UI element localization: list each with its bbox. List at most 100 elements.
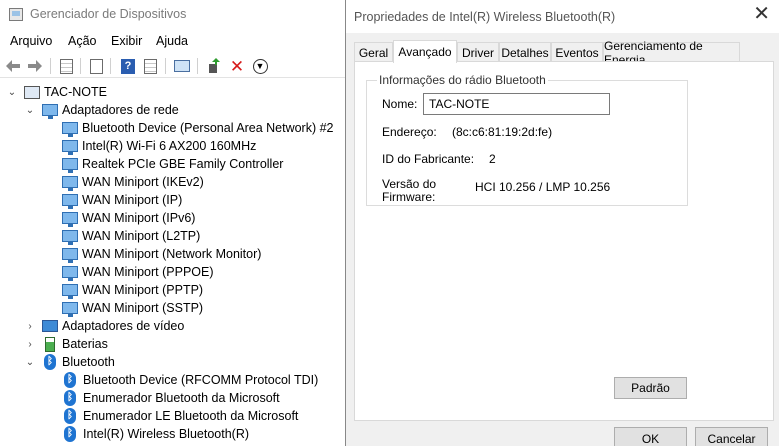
tree-item-label: WAN Miniport (PPPOE) — [82, 265, 214, 279]
tree-item[interactable]: ᛒ Intel(R) Wireless Bluetooth(R) — [64, 425, 249, 443]
menu-acao[interactable]: Ação — [68, 34, 97, 48]
network-adapter-icon — [62, 212, 78, 227]
tree-root-label: TAC-NOTE — [44, 85, 107, 99]
cancel-button[interactable]: Cancelar — [695, 427, 768, 446]
name-label: Nome: — [382, 97, 418, 111]
network-adapter-icon — [62, 302, 78, 317]
red-x-icon: ✕ — [229, 56, 245, 76]
tree-item[interactable]: ᛒ Enumerador Bluetooth da Microsoft — [64, 389, 280, 407]
firmware-value: HCI 10.256 / LMP 10.256 — [475, 180, 611, 194]
help-icon: ? — [121, 58, 135, 74]
chevron-down-icon[interactable]: ⌄ — [24, 105, 36, 116]
toolbar-separator — [80, 58, 81, 74]
ok-button[interactable]: OK — [614, 427, 687, 446]
device-manager-app-icon — [9, 8, 23, 21]
tree-item[interactable]: WAN Miniport (IPv6) — [62, 209, 195, 227]
network-adapter-icon — [62, 284, 78, 299]
disable-device-button[interactable]: ▼ — [250, 56, 270, 76]
firmware-label-line2: Firmware: — [382, 190, 436, 204]
tree-item[interactable]: WAN Miniport (Network Monitor) — [62, 245, 261, 263]
tree-item-label: Realtek PCIe GBE Family Controller — [82, 157, 284, 171]
tree-item-label: Bluetooth Device (Personal Area Network)… — [82, 121, 334, 135]
chevron-right-icon[interactable]: › — [24, 339, 36, 350]
network-adapter-icon — [62, 194, 78, 209]
uninstall-button[interactable]: ✕ — [227, 56, 247, 76]
tab-detalhes[interactable]: Detalhes — [499, 42, 551, 62]
tree-item-label: WAN Miniport (IPv6) — [82, 211, 196, 225]
menu-ajuda[interactable]: Ajuda — [156, 34, 188, 48]
tree-category-batteries[interactable]: › Baterias — [24, 335, 108, 353]
tree-root[interactable]: ⌄ TAC-NOTE — [6, 83, 107, 101]
dialog-titlebar: Propriedades de Intel(R) Wireless Blueto… — [346, 0, 779, 33]
tree-item-label: Intel(R) Wi-Fi 6 AX200 160MHz — [82, 139, 257, 153]
network-adapter-icon — [62, 140, 78, 155]
tree-item[interactable]: Intel(R) Wi-Fi 6 AX200 160MHz — [62, 137, 256, 155]
tree-item-label: Enumerador LE Bluetooth da Microsoft — [83, 409, 299, 423]
arrow-left-icon — [6, 60, 20, 72]
tab-gerenciamento-energia[interactable]: Gerenciamento de Energia — [603, 39, 740, 67]
document-icon — [89, 58, 103, 74]
dialog-title: Propriedades de Intel(R) Wireless Blueto… — [354, 10, 616, 24]
properties-button[interactable] — [86, 56, 106, 76]
bluetooth-icon: ᛒ — [64, 372, 76, 388]
tree-item[interactable]: ᛒ Bluetooth Device (RFCOMM Protocol TDI) — [64, 371, 318, 389]
tree-item[interactable]: WAN Miniport (IP) — [62, 191, 182, 209]
tree-category-bluetooth[interactable]: ⌄ ᛒ Bluetooth — [24, 353, 115, 371]
action-view-button[interactable] — [140, 56, 160, 76]
address-value: (8c:c6:81:19:2d:fe) — [452, 125, 553, 139]
view-grid-button[interactable] — [56, 56, 76, 76]
chevron-down-icon[interactable]: ⌄ — [6, 87, 18, 98]
battery-icon — [45, 336, 55, 352]
network-adapter-icon — [62, 266, 78, 281]
bluetooth-icon: ᛒ — [64, 408, 76, 424]
chevron-down-icon[interactable]: ⌄ — [24, 357, 36, 368]
network-adapter-icon — [62, 230, 78, 245]
tree-item-label: WAN Miniport (L2TP) — [82, 229, 201, 243]
tree-category-network[interactable]: ⌄ Adaptadores de rede — [24, 101, 179, 119]
toolbar-separator — [50, 58, 51, 74]
tree-item-label: Enumerador Bluetooth da Microsoft — [83, 391, 280, 405]
tree-item[interactable]: WAN Miniport (IKEv2) — [62, 173, 204, 191]
tab-driver[interactable]: Driver — [457, 42, 499, 62]
tree-item[interactable]: WAN Miniport (SSTP) — [62, 299, 203, 317]
network-adapter-icon — [62, 248, 78, 263]
tree-item-label: WAN Miniport (PPTP) — [82, 283, 204, 297]
toolbar-separator — [165, 58, 166, 74]
back-button[interactable] — [3, 56, 23, 76]
tree-item-label: Intel(R) Wireless Bluetooth(R) — [83, 427, 250, 441]
tab-eventos[interactable]: Eventos — [551, 42, 603, 62]
bluetooth-icon: ᛒ — [64, 426, 76, 442]
monitor-icon — [174, 60, 190, 72]
menu-exibir[interactable]: Exibir — [111, 34, 142, 48]
manufacturer-label: ID do Fabricante: — [382, 152, 475, 166]
scan-hardware-button[interactable] — [172, 56, 192, 76]
tree-item[interactable]: Realtek PCIe GBE Family Controller — [62, 155, 283, 173]
default-button[interactable]: Padrão — [614, 377, 687, 399]
bluetooth-icon: ᛒ — [64, 390, 76, 406]
name-input[interactable] — [423, 93, 610, 115]
tree-item-label: WAN Miniport (SSTP) — [82, 301, 204, 315]
computer-icon — [24, 85, 40, 99]
forward-button[interactable] — [25, 56, 45, 76]
tree-item-label: WAN Miniport (IP) — [82, 193, 183, 207]
grid-icon — [59, 58, 73, 74]
network-adapter-icon — [62, 176, 78, 191]
tab-geral[interactable]: Geral — [354, 42, 393, 62]
help-button[interactable]: ? — [118, 56, 138, 76]
chevron-right-icon[interactable]: › — [24, 321, 36, 332]
update-driver-icon — [209, 58, 220, 73]
tab-avancado[interactable]: Avançado — [393, 40, 457, 63]
tree-category-video[interactable]: › Adaptadores de vídeo — [24, 317, 184, 335]
tree-item[interactable]: WAN Miniport (L2TP) — [62, 227, 200, 245]
tree-item[interactable]: WAN Miniport (PPTP) — [62, 281, 203, 299]
tree-item[interactable]: ᛒ Enumerador LE Bluetooth da Microsoft — [64, 407, 298, 425]
network-adapter-icon — [62, 122, 78, 137]
tree-item-label: Bluetooth Device (RFCOMM Protocol TDI) — [83, 373, 319, 387]
menu-arquivo[interactable]: Arquivo — [10, 34, 52, 48]
tree-item[interactable]: Bluetooth Device (Personal Area Network)… — [62, 119, 334, 137]
update-driver-button[interactable] — [204, 56, 224, 76]
tree-item[interactable]: WAN Miniport (PPPOE) — [62, 263, 214, 281]
firmware-label-line1: Versão do — [382, 177, 437, 191]
arrow-right-icon — [28, 60, 42, 72]
close-icon[interactable]: ✕ — [753, 4, 770, 24]
